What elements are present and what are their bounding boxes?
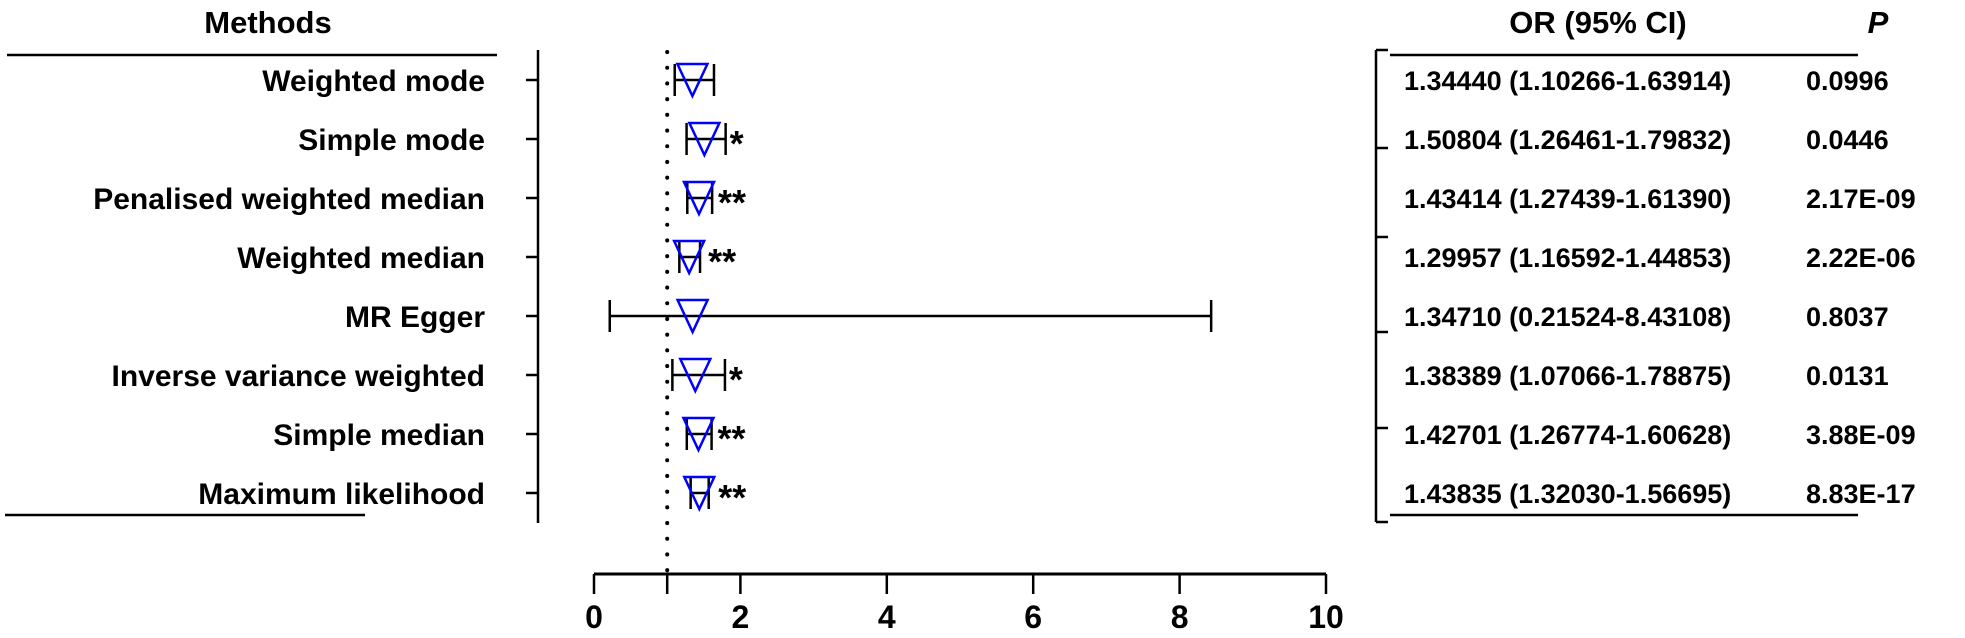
x-tick-label: 4 (878, 599, 896, 635)
method-label: Weighted median (237, 242, 485, 275)
method-label: Maximum likelihood (198, 478, 485, 511)
significance-stars: * (729, 359, 743, 400)
or-ci-value: 1.29957 (1.16592-1.44853) (1404, 243, 1731, 273)
method-label: Simple median (273, 419, 485, 452)
or-ci-value: 1.42701 (1.26774-1.60628) (1404, 420, 1731, 450)
p-value: 2.22E-06 (1806, 243, 1916, 273)
method-label: Simple mode (298, 124, 485, 157)
methods-header: Methods (204, 5, 331, 40)
p-value: 3.88E-09 (1806, 420, 1916, 450)
method-label: Inverse variance weighted (111, 360, 485, 393)
forest-row: Maximum likelihood ** 1.43835 (1.32030-1.5… (198, 475, 1916, 518)
or-ci-value: 1.34710 (0.21524-8.43108) (1404, 302, 1731, 332)
p-value: 0.0446 (1806, 125, 1889, 155)
significance-stars: ** (717, 418, 745, 459)
p-value: 0.8037 (1806, 302, 1889, 332)
p-value: 0.0131 (1806, 361, 1889, 391)
forest-row: Penalised weighted median ** 1.43414 (1.27… (93, 180, 1916, 223)
or-ci-value: 1.34440 (1.10266-1.63914) (1404, 66, 1731, 96)
forest-row: Weighted mode 1.34440 (1.10266-1.63914) 0.… (262, 62, 1889, 99)
p-header: P (1868, 5, 1889, 40)
x-tick-label: 6 (1024, 599, 1042, 635)
p-value: 8.83E-17 (1806, 479, 1916, 509)
x-tick-label: 2 (732, 599, 750, 635)
forest-row: Simple median ** 1.42701 (1.26774-1.60628)… (273, 416, 1916, 459)
or-ci-header: OR (95% CI) (1509, 5, 1686, 40)
forest-plot: Methods OR (95% CI) P Weighted mode 1.344… (5, 5, 1916, 635)
significance-stars: ** (718, 182, 746, 223)
p-value: 0.0996 (1806, 66, 1889, 96)
x-tick-label: 10 (1308, 599, 1344, 635)
forest-row: MR Egger 1.34710 (0.21524-8.43108) 0.8037 (345, 298, 1889, 335)
or-ci-value: 1.43835 (1.32030-1.56695) (1404, 479, 1731, 509)
significance-stars: ** (708, 241, 736, 282)
x-tick-label: 0 (585, 599, 603, 635)
x-tick-label: 8 (1171, 599, 1189, 635)
forest-row: Weighted median ** 1.29957 (1.16592-1.4485… (237, 239, 1916, 282)
method-label: Weighted mode (262, 65, 485, 98)
method-label: Penalised weighted median (93, 183, 485, 216)
significance-stars: ** (718, 477, 746, 518)
or-ci-value: 1.50804 (1.26461-1.79832) (1404, 125, 1731, 155)
or-ci-value: 1.43414 (1.27439-1.61390) (1404, 184, 1731, 214)
p-value: 2.17E-09 (1806, 184, 1916, 214)
method-label: MR Egger (345, 301, 485, 334)
or-ci-value: 1.38389 (1.07066-1.78875) (1404, 361, 1731, 391)
forest-row: Inverse variance weighted * 1.38389 (1.070… (111, 357, 1889, 400)
significance-stars: * (730, 123, 744, 164)
